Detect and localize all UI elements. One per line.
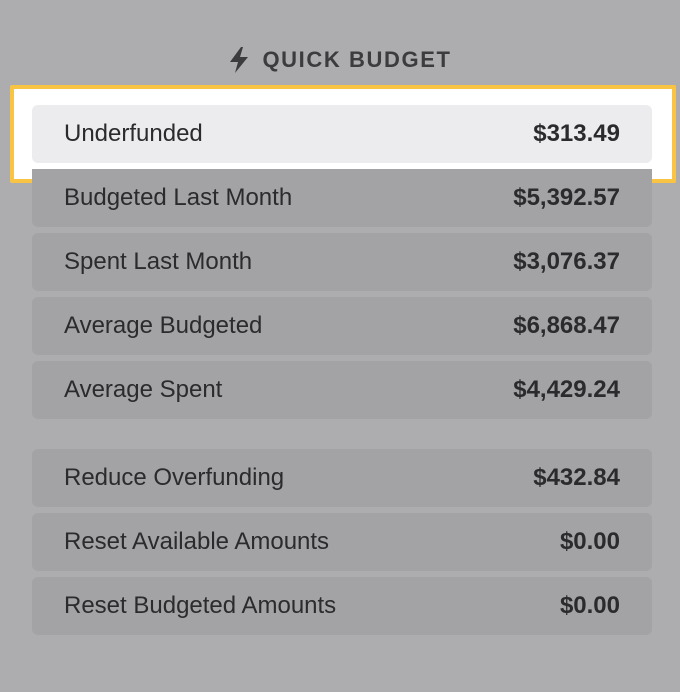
quick-budget-reset-budgeted-amounts-button[interactable]: Reset Budgeted Amounts $0.00: [32, 577, 652, 635]
row-amount: $0.00: [559, 592, 620, 619]
lightning-bolt-icon: [228, 46, 250, 74]
row-label: Underfunded: [64, 120, 203, 147]
row-label: Average Budgeted: [64, 312, 263, 339]
quick-budget-title: QUICK BUDGET: [262, 47, 452, 72]
row-label: Reduce Overfunding: [64, 464, 285, 491]
row-label: Average Spent: [64, 376, 223, 403]
quick-budget-panel: QUICK BUDGET Underfunded $313.49 Budgete…: [0, 0, 680, 692]
row-amount: $0.00: [559, 528, 620, 555]
row-amount: $313.49: [533, 120, 620, 147]
row-amount: $5,392.57: [513, 184, 620, 211]
row-amount: $3,076.37: [513, 248, 620, 275]
row-label: Reset Budgeted Amounts: [64, 592, 337, 619]
row-label: Spent Last Month: [64, 248, 253, 275]
quick-budget-reset-available-amounts-button[interactable]: Reset Available Amounts $0.00: [32, 513, 652, 571]
row-amount: $432.84: [533, 464, 620, 491]
quick-budget-header: QUICK BUDGET: [0, 40, 680, 80]
row-amount: $6,868.47: [513, 312, 620, 339]
quick-budget-average-budgeted-button[interactable]: Average Budgeted $6,868.47: [32, 297, 652, 355]
row-label: Budgeted Last Month: [64, 184, 293, 211]
quick-budget-average-spent-button[interactable]: Average Spent $4,429.24: [32, 361, 652, 419]
quick-budget-spent-last-month-button[interactable]: Spent Last Month $3,076.37: [32, 233, 652, 291]
quick-budget-reduce-overfunding-button[interactable]: Reduce Overfunding $432.84: [32, 449, 652, 507]
quick-budget-underfunded-button[interactable]: Underfunded $313.49: [32, 105, 652, 163]
row-amount: $4,429.24: [513, 376, 620, 403]
row-label: Reset Available Amounts: [64, 528, 330, 555]
quick-budget-budgeted-last-month-button[interactable]: Budgeted Last Month $5,392.57: [32, 169, 652, 227]
